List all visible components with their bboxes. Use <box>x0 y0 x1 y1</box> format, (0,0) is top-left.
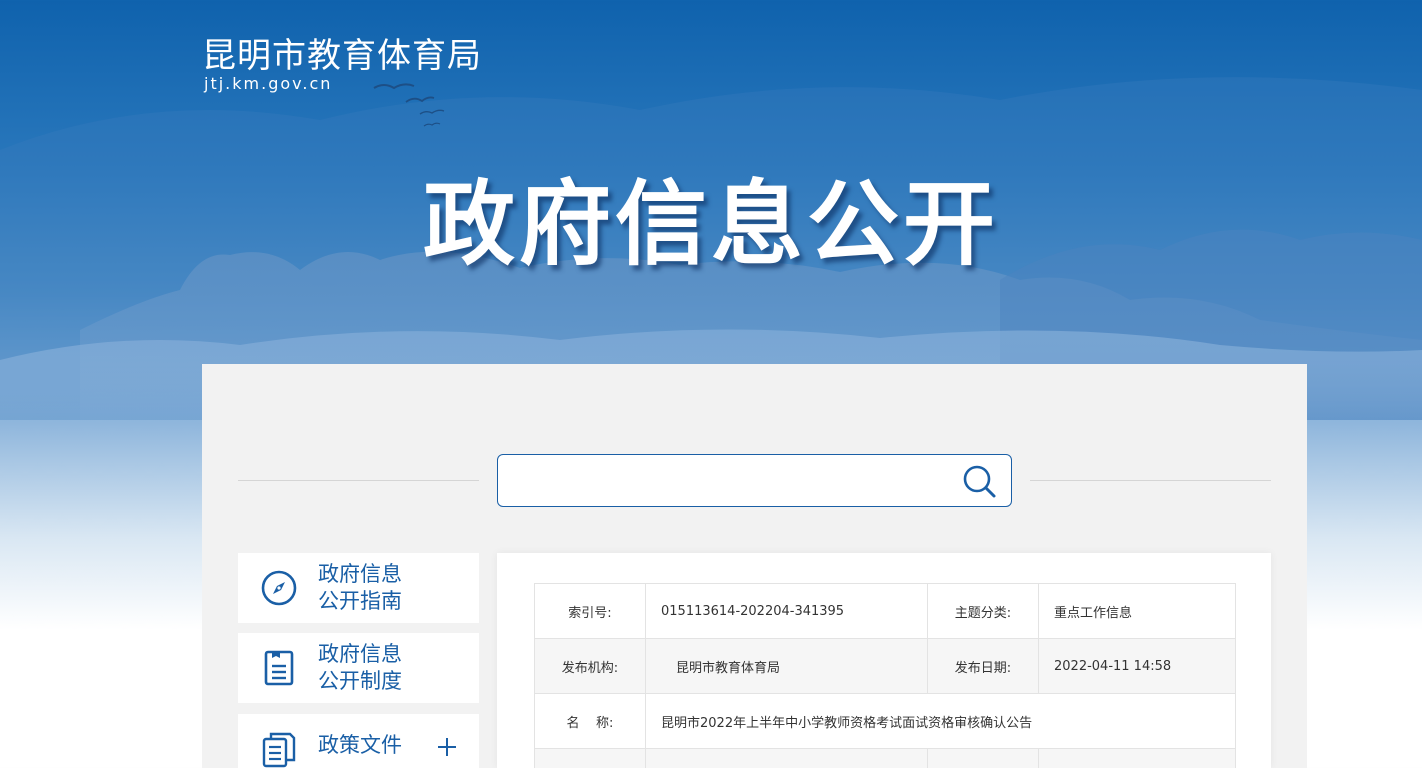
table-cell <box>534 748 646 768</box>
content-card: 索引号: 015113614-202204-341395 主题分类: 重点工作信… <box>497 553 1271 768</box>
sidebar-item-disclosure-system[interactable]: 政府信息 公开制度 <box>238 633 479 703</box>
table-cell <box>1038 748 1236 768</box>
hero-title: 政府信息公开 <box>422 171 999 278</box>
sidebar-item-disclosure-guide[interactable]: 政府信息 公开指南 <box>238 553 479 623</box>
topic-category-value: 重点工作信息 <box>1038 583 1236 639</box>
plus-icon[interactable] <box>436 736 458 758</box>
sidebar-item-label: 政府信息 公开指南 <box>318 561 448 615</box>
publish-date-value: 2022-04-11 14:58 <box>1038 638 1236 694</box>
publisher-label: 发布机构: <box>534 638 646 694</box>
site-domain: jtj.km.gov.cn <box>204 74 333 93</box>
table-row: 名 称: 昆明市2022年上半年中小学教师资格考试面试资格审核确认公告 <box>534 693 1236 749</box>
header-banner: 昆明市教育体育局 jtj.km.gov.cn 政府信息公开 <box>0 0 1422 420</box>
search-input[interactable] <box>510 465 940 497</box>
site-title[interactable]: 昆明市教育体育局 <box>202 28 482 77</box>
document-icon <box>264 650 294 686</box>
topic-category-label: 主题分类: <box>927 583 1039 639</box>
index-number-value: 015113614-202204-341395 <box>645 583 928 639</box>
search-divider-left <box>238 480 479 481</box>
search-box <box>497 454 1012 507</box>
search-divider-right <box>1030 480 1271 481</box>
birds-decoration-icon <box>373 83 445 127</box>
table-row: 发布机构: 昆明市教育体育局 发布日期: 2022-04-11 14:58 <box>534 638 1236 694</box>
table-row <box>534 748 1236 768</box>
publisher-value: 昆明市教育体育局 <box>645 638 928 694</box>
table-row: 索引号: 015113614-202204-341395 主题分类: 重点工作信… <box>534 583 1236 639</box>
document-info-table: 索引号: 015113614-202204-341395 主题分类: 重点工作信… <box>534 583 1236 768</box>
sidebar-label-line2: 公开指南 <box>318 589 402 613</box>
sidebar-item-policy-documents[interactable]: 政策文件 <box>238 714 479 768</box>
publish-date-label: 发布日期: <box>927 638 1039 694</box>
main-panel: 政府信息 公开指南 政府信息 公开制度 政策文件 索引号: 015113614-… <box>202 364 1307 768</box>
sidebar-label-line1: 政府信息 <box>318 642 402 666</box>
compass-icon <box>261 570 297 606</box>
search-icon[interactable] <box>960 463 998 499</box>
sidebar-label-line1: 政府信息 <box>318 562 402 586</box>
sidebar-item-label: 政策文件 <box>318 733 402 757</box>
sidebar-item-label: 政府信息 公开制度 <box>318 641 448 695</box>
table-cell <box>927 748 1039 768</box>
files-icon <box>262 732 296 768</box>
document-name-label: 名 称: <box>534 693 646 749</box>
document-name-value: 昆明市2022年上半年中小学教师资格考试面试资格审核确认公告 <box>645 693 1236 749</box>
sidebar-label-line2: 公开制度 <box>318 669 402 693</box>
index-number-label: 索引号: <box>534 583 646 639</box>
table-cell <box>645 748 928 768</box>
